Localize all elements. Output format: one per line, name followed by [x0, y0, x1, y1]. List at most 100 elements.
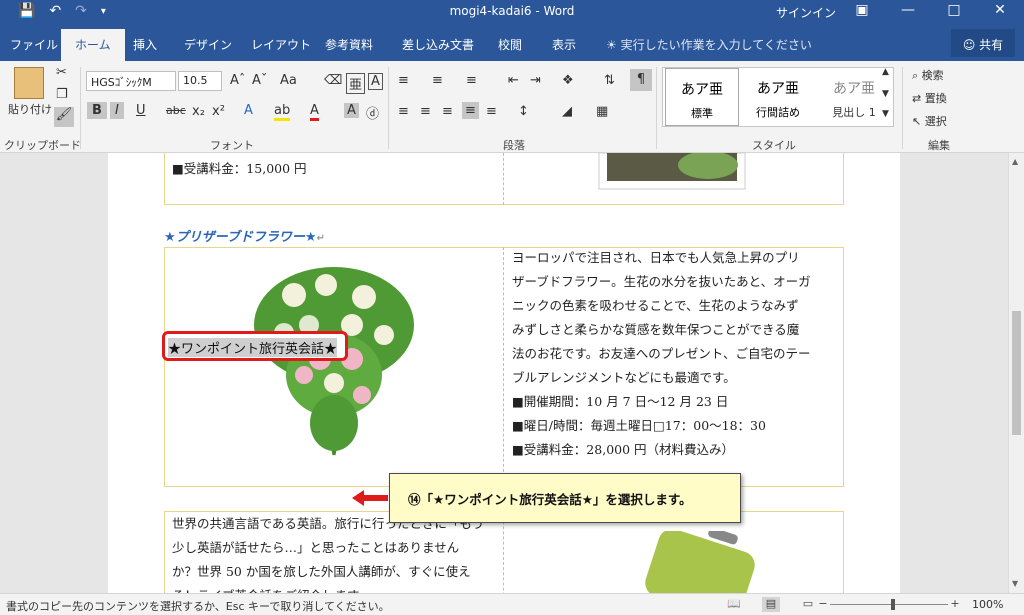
character-border-icon[interactable]: A	[368, 73, 383, 90]
selected-heading-english[interactable]: ★ワンポイント旅行英会話★	[162, 331, 348, 361]
font-size-value: 10.5	[183, 74, 208, 87]
multilevel-list-icon[interactable]: ≡	[466, 73, 477, 88]
description-line: 法のお花です。お友達へのプレゼント、ご自宅のテー	[512, 346, 811, 361]
zoom-slider-thumb[interactable]	[891, 599, 895, 610]
tab-design[interactable]: デザイン	[184, 36, 232, 53]
style-name: 行間詰め	[756, 106, 800, 119]
zoom-level[interactable]: 100%	[972, 598, 1003, 611]
decrease-indent-icon[interactable]: ⇤	[508, 73, 519, 88]
style-normal[interactable]: あア亜 標準	[665, 68, 739, 126]
enclose-characters-icon[interactable]: ⓓ	[366, 103, 379, 122]
zoom-slider[interactable]	[830, 604, 948, 605]
english-line[interactable]: 少し英語が話せたら…」と思ったことはありません	[172, 536, 459, 560]
underline-icon[interactable]: U	[136, 103, 146, 118]
shading-icon[interactable]: ◢	[562, 104, 572, 119]
copy-icon[interactable]: ❐	[56, 87, 68, 102]
align-left-icon[interactable]: ≡	[398, 104, 409, 119]
paste-button[interactable]: 貼り付け	[8, 101, 52, 117]
tab-file[interactable]: ファイル	[10, 36, 58, 53]
format-painter-icon[interactable]: 🖌	[54, 107, 74, 127]
minimize-icon[interactable]: —	[898, 2, 918, 18]
group-divider	[80, 67, 81, 149]
styles-scroll-down-icon[interactable]: ▼	[882, 89, 889, 99]
section-heading-preserved-flower[interactable]: ★プリザーブドフラワー★↵	[164, 226, 325, 245]
font-size-dropdown[interactable]: 10.5	[178, 71, 222, 91]
increase-indent-icon[interactable]: ⇥	[530, 73, 541, 88]
ribbon-display-options-icon[interactable]: ▣	[852, 2, 872, 18]
show-marks-icon[interactable]: ¶	[630, 69, 652, 91]
scroll-thumb[interactable]	[1012, 311, 1021, 435]
share-button[interactable]: ☺ 共有	[951, 29, 1015, 57]
title-separator: -	[535, 4, 540, 18]
search-icon: ⌕	[912, 69, 919, 82]
document-area[interactable]: ■受講料金：15,000 円 ★プリザーブドフラワー★↵ ヨーロッパで注目され、…	[0, 153, 1008, 593]
superscript-icon[interactable]: x²	[212, 104, 225, 119]
font-name-value: HGSｺﾞｼｯｸM	[91, 76, 152, 89]
read-mode-icon[interactable]: 📖	[725, 597, 743, 612]
lightbulb-icon: ☀	[606, 38, 617, 52]
subscript-icon[interactable]: x₂	[192, 104, 205, 119]
tab-references[interactable]: 参考資料	[325, 36, 373, 53]
justify-icon[interactable]: ≡	[462, 102, 479, 119]
tab-insert[interactable]: 挿入	[133, 36, 157, 53]
italic-icon[interactable]: I	[110, 102, 124, 119]
tell-me-search[interactable]: ☀ 実行したい作業を入力してください	[606, 36, 812, 53]
print-layout-icon[interactable]: ▤	[762, 597, 780, 612]
tab-home[interactable]: ホーム	[61, 29, 125, 61]
tab-view[interactable]: 表示	[552, 36, 576, 53]
status-message: 書式のコピー先のコンテンツを選択するか、Esc キーで取り消してください。	[6, 600, 390, 613]
share-label: 共有	[979, 38, 1004, 52]
paste-icon[interactable]	[14, 67, 44, 99]
font-name-dropdown[interactable]: HGSｺﾞｼｯｸM	[86, 71, 176, 91]
tab-layout[interactable]: レイアウト	[251, 36, 311, 53]
description-line: みずしさと柔らかな質感を数年保つことができる魔	[512, 322, 800, 337]
distributed-icon[interactable]: ≡	[486, 104, 497, 119]
cut-icon[interactable]: ✂	[56, 65, 67, 80]
scroll-up-icon[interactable]: ▲	[1012, 157, 1018, 166]
fee-line: ■受講料金：28,000 円（材料費込み）	[512, 442, 735, 457]
align-right-icon[interactable]: ≡	[442, 104, 453, 119]
english-line[interactable]: る！ライブ英会話をご紹介します。	[172, 584, 371, 593]
phonetic-guide-icon[interactable]: 亜	[346, 73, 366, 94]
shrink-font-icon[interactable]: Aˇ	[252, 73, 267, 88]
numbering-icon[interactable]: ≡	[432, 73, 443, 88]
change-case-icon[interactable]: Aa	[280, 73, 297, 88]
maximize-icon[interactable]: □	[944, 2, 964, 18]
bold-icon[interactable]: B	[87, 102, 107, 119]
tab-review[interactable]: 校閲	[498, 36, 522, 53]
style-no-spacing[interactable]: あア亜 行間詰め	[741, 68, 815, 126]
bullets-icon[interactable]: ≡	[398, 73, 409, 88]
font-color-icon[interactable]: A	[310, 103, 319, 121]
text-effects-icon[interactable]: A	[244, 103, 253, 118]
replace-button[interactable]: ⇄ 置換	[912, 90, 947, 106]
highlight-color-icon[interactable]: ab	[274, 103, 291, 121]
person-icon: ☺	[962, 38, 976, 52]
style-heading-1[interactable]: あア亜 見出し 1	[817, 68, 891, 126]
clipboard-group-label: クリップボード	[4, 139, 81, 152]
grow-font-icon[interactable]: Aˆ	[230, 73, 245, 88]
find-button[interactable]: ⌕ 検索	[912, 67, 944, 83]
strikethrough-icon[interactable]: abc	[166, 104, 186, 117]
close-icon[interactable]: ✕	[990, 2, 1010, 18]
english-line[interactable]: か？世界 50 か国を旅した外国人講師が、すぐに使え	[172, 560, 471, 584]
app-name: Word	[543, 4, 575, 18]
sort-icon[interactable]: ⇅	[604, 73, 615, 88]
group-divider	[656, 67, 657, 149]
borders-icon[interactable]: ▦	[596, 104, 608, 119]
styles-scroll-up-icon[interactable]: ▲	[882, 67, 889, 77]
style-name: 見出し 1	[832, 106, 876, 119]
vertical-scrollbar[interactable]: ▲ ▼	[1008, 153, 1024, 593]
tab-mailings[interactable]: 差し込み文書	[402, 36, 474, 53]
clear-formatting-icon[interactable]: ⌫	[324, 73, 342, 88]
select-button[interactable]: ↖ 選択	[912, 113, 947, 129]
signin-link[interactable]: サインイン	[776, 4, 836, 21]
zoom-in-icon[interactable]: +	[946, 597, 964, 612]
prev-fee-line[interactable]: ■受講料金：15,000 円	[172, 157, 307, 181]
character-shading-icon[interactable]: A	[344, 103, 359, 118]
asian-layout-icon[interactable]: ❖	[562, 73, 574, 88]
line-spacing-icon[interactable]: ↕	[518, 104, 529, 119]
styles-more-icon[interactable]: ▼	[882, 109, 889, 119]
document-page[interactable]: ■受講料金：15,000 円 ★プリザーブドフラワー★↵ ヨーロッパで注目され、…	[108, 153, 900, 593]
scroll-down-icon[interactable]: ▼	[1012, 579, 1018, 588]
align-center-icon[interactable]: ≡	[420, 104, 431, 119]
